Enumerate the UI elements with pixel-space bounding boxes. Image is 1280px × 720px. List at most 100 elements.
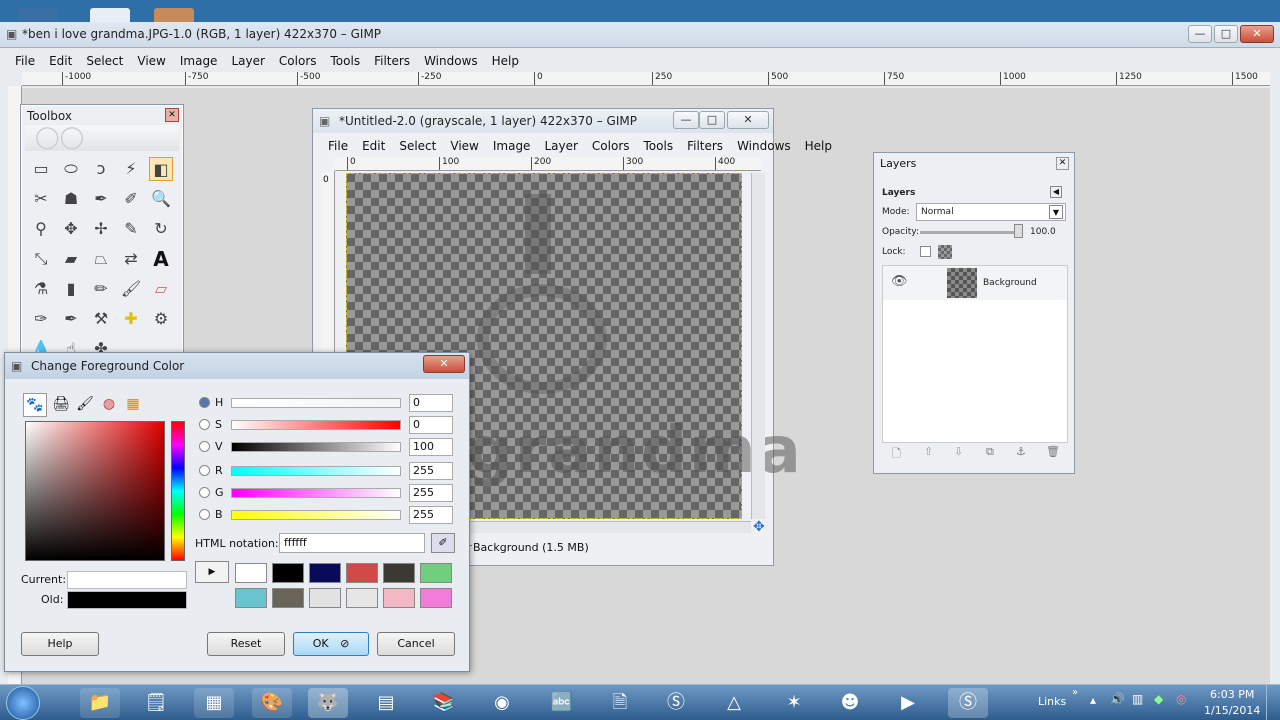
menu-windows[interactable]: Windows (730, 137, 798, 155)
flip-icon[interactable]: ⇄ (119, 247, 143, 271)
sticky-notes-icon[interactable]: 🗒 (136, 688, 176, 718)
menu-filters[interactable]: Filters (680, 137, 730, 155)
history-swatch[interactable] (309, 588, 341, 608)
watercolor-tab-icon[interactable]: 🖌 (73, 393, 97, 417)
s-radio[interactable] (199, 419, 210, 430)
eyedropper-icon[interactable]: ✐ (431, 533, 455, 553)
b-spin[interactable]: 255 (409, 506, 453, 524)
dialog-close-button[interactable]: ✕ (423, 355, 465, 373)
color-picker-icon[interactable]: ✐ (119, 187, 143, 211)
lock-alpha-icon[interactable] (938, 245, 952, 259)
opacity-value[interactable]: 100.0 (1030, 227, 1056, 237)
measure-icon[interactable]: ⚲ (29, 217, 53, 241)
menu-tools[interactable]: Tools (637, 137, 681, 155)
ellipse-select-icon[interactable]: ⬭ (59, 157, 83, 181)
books-icon[interactable]: 📚 (424, 688, 464, 718)
menu-help[interactable]: Help (485, 52, 526, 70)
links-toolbar[interactable]: Links (1038, 695, 1066, 708)
tray-app-icon[interactable]: ◆ (1154, 692, 1163, 706)
paths-icon[interactable]: ✒ (89, 187, 113, 211)
history-swatch[interactable] (272, 563, 304, 583)
foreground-select-icon[interactable]: ☗ (59, 187, 83, 211)
b-slider[interactable] (231, 510, 401, 520)
fuzzy-select-icon[interactable]: ⚡ (119, 157, 143, 181)
chevron-right-icon[interactable]: » (1072, 687, 1078, 698)
g-spin[interactable]: 255 (409, 484, 453, 502)
app-star-icon[interactable]: ✶ (774, 688, 814, 718)
r-spin[interactable]: 255 (409, 462, 453, 480)
gradient-icon[interactable]: ▮ (59, 277, 83, 301)
pencil-icon[interactable]: ✏ (89, 277, 113, 301)
skype-active-icon[interactable]: Ⓢ (948, 688, 988, 718)
firefox-icon[interactable]: ◉ (482, 688, 522, 718)
raise-layer-icon[interactable]: ⇧ (924, 445, 933, 458)
untitled-minimize-button[interactable]: — (673, 111, 699, 129)
opacity-slider[interactable] (920, 231, 1020, 234)
html-notation-input[interactable]: ffffff (279, 533, 425, 553)
move-icon[interactable]: ✥ (59, 217, 83, 241)
shear-icon[interactable]: ▰ (59, 247, 83, 271)
h-spin[interactable]: 0 (409, 394, 453, 412)
opacity-slider-handle[interactable] (1014, 224, 1023, 238)
tray-security-icon[interactable]: ◎ (1176, 692, 1186, 706)
menu-select[interactable]: Select (79, 52, 130, 70)
toolbox-close-icon[interactable]: ✕ (165, 108, 179, 122)
r-radio[interactable] (199, 465, 210, 476)
wheel-tab-icon[interactable]: ◍ (97, 393, 121, 417)
paintbrush-icon[interactable]: 🖌 (119, 277, 143, 301)
translator-icon[interactable]: 🔤 (542, 688, 582, 718)
history-swatch[interactable] (346, 563, 378, 583)
scissors-icon[interactable]: ✂ (29, 187, 53, 211)
excel-icon[interactable]: ▦ (194, 688, 234, 718)
menu-layer[interactable]: Layer (224, 52, 271, 70)
navigate-icon[interactable]: ✥ (753, 519, 765, 535)
gimp-selector-tab-icon[interactable]: 🐾 (23, 393, 47, 417)
show-desktop-button[interactable] (1266, 685, 1280, 720)
calculator-icon[interactable]: ▤ (366, 688, 406, 718)
r-slider[interactable] (231, 466, 401, 476)
airbrush-icon[interactable]: ✑ (29, 307, 53, 331)
clock-time[interactable]: 6:03 PM (1210, 688, 1254, 701)
h-radio[interactable] (199, 397, 210, 408)
help-button[interactable]: Help (21, 632, 99, 656)
duplicate-layer-icon[interactable]: ⧉ (986, 445, 994, 459)
dialog-title-bar[interactable]: ▣ Change Foreground Color ✕ (5, 353, 469, 379)
vertical-scrollbar[interactable] (751, 173, 765, 519)
lower-layer-icon[interactable]: ⇩ (954, 445, 963, 458)
anchor-icon[interactable]: ⚓ (1016, 445, 1026, 458)
main-horizontal-ruler[interactable]: -1000 -750 -500 -250 0 250 500 750 1000 … (22, 72, 1270, 86)
g-slider[interactable] (231, 488, 401, 498)
history-swatch[interactable] (235, 588, 267, 608)
menu-windows[interactable]: Windows (417, 52, 485, 70)
layers-close-icon[interactable]: ✕ (1056, 157, 1069, 170)
h-slider[interactable] (231, 398, 401, 408)
history-swatch[interactable] (383, 588, 415, 608)
zoom-icon[interactable]: 🔍 (149, 187, 173, 211)
ok-button[interactable]: OK ⊘ (293, 632, 369, 656)
add-to-history-button[interactable]: ▶ (195, 561, 229, 583)
s-spin[interactable]: 0 (409, 416, 453, 434)
android-icon[interactable]: ☻ (830, 688, 870, 718)
clock-date[interactable]: 1/15/2014 (1204, 704, 1260, 717)
untitled-close-button[interactable]: ✕ (727, 111, 769, 129)
lasso-icon[interactable]: ↄ (89, 157, 113, 181)
wilber-drop-area[interactable]: ◯◯ (25, 125, 179, 151)
list-item[interactable]: 👁 Background (883, 266, 1067, 300)
network-icon[interactable]: ▥ (1132, 692, 1143, 706)
untitled-title-bar[interactable]: ▣ *Untitled-2.0 (grayscale, 1 layer) 422… (313, 109, 773, 133)
media-player-icon[interactable]: ▶ (888, 688, 928, 718)
new-layer-icon[interactable]: 🗋 (892, 445, 901, 464)
menu-file[interactable]: File (321, 137, 355, 155)
menu-view[interactable]: View (130, 52, 172, 70)
menu-colors[interactable]: Colors (585, 137, 637, 155)
menu-filters[interactable]: Filters (367, 52, 417, 70)
history-swatch[interactable] (346, 588, 378, 608)
history-swatch[interactable] (235, 563, 267, 583)
document-icon[interactable]: 🗎 (600, 688, 640, 718)
heal-icon[interactable]: ✚ (119, 307, 143, 331)
history-swatch[interactable] (309, 563, 341, 583)
color-select-icon[interactable]: ◧ (149, 157, 173, 181)
align-icon[interactable]: ✢ (89, 217, 113, 241)
chevron-down-icon[interactable]: ▼ (1049, 205, 1063, 219)
history-swatch[interactable] (420, 588, 452, 608)
